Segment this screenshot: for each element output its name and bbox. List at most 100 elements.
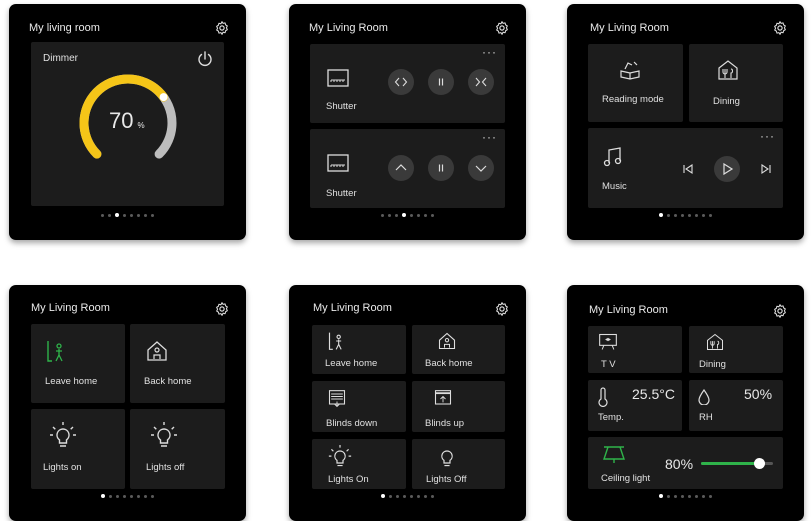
page-dot[interactable] bbox=[674, 214, 677, 217]
next-icon[interactable] bbox=[760, 163, 772, 175]
blinds-down-icon bbox=[328, 390, 346, 408]
dial-knob bbox=[159, 93, 168, 102]
tv-icon bbox=[599, 333, 617, 350]
lights-off-label: Lights Off bbox=[426, 474, 467, 485]
humidity-card: 50% RH bbox=[689, 380, 783, 431]
gear-icon[interactable] bbox=[772, 20, 788, 36]
leave-home-label: Leave home bbox=[325, 358, 378, 369]
page-dot[interactable] bbox=[123, 495, 126, 498]
power-icon[interactable] bbox=[197, 50, 213, 68]
page-dot-active[interactable] bbox=[115, 213, 119, 217]
page-dot[interactable] bbox=[688, 214, 691, 217]
scene-leave-home[interactable]: Leave home bbox=[312, 325, 406, 374]
scene-tv[interactable]: T V bbox=[588, 326, 682, 373]
page-dot[interactable] bbox=[695, 214, 698, 217]
scene-back-home[interactable]: Back home bbox=[412, 325, 505, 374]
page-dot[interactable] bbox=[417, 495, 420, 498]
up-button[interactable] bbox=[388, 155, 414, 181]
page-dot[interactable] bbox=[410, 214, 413, 217]
page-dot[interactable] bbox=[431, 214, 434, 217]
scene-lights-off[interactable]: Lights Off bbox=[412, 439, 505, 489]
more-icon[interactable]: ··· bbox=[760, 130, 775, 142]
pause-button[interactable] bbox=[428, 155, 454, 181]
gear-icon[interactable] bbox=[214, 301, 230, 317]
more-icon[interactable]: ··· bbox=[482, 46, 497, 58]
page-dot[interactable] bbox=[101, 214, 104, 217]
page-dot[interactable] bbox=[109, 495, 112, 498]
scene-lights-on[interactable]: Lights On bbox=[312, 439, 406, 489]
page-dot-active[interactable] bbox=[659, 213, 663, 217]
scene-blinds-down[interactable]: Blinds down bbox=[312, 381, 406, 432]
dining-label: Dining bbox=[699, 359, 726, 370]
page-dot-active[interactable] bbox=[659, 494, 663, 498]
ceiling-light-icon[interactable] bbox=[602, 445, 626, 465]
page-dot[interactable] bbox=[709, 495, 712, 498]
pause-button[interactable] bbox=[428, 69, 454, 95]
page-dot[interactable] bbox=[144, 214, 147, 217]
brightness-slider[interactable] bbox=[701, 458, 773, 469]
scene-leave-home[interactable]: Leave home bbox=[31, 324, 125, 403]
page-dot[interactable] bbox=[144, 495, 147, 498]
play-button[interactable] bbox=[714, 156, 740, 182]
gear-icon[interactable] bbox=[214, 20, 230, 36]
page-dot[interactable] bbox=[695, 495, 698, 498]
scene-dining[interactable]: Dining bbox=[689, 44, 783, 122]
page-dot[interactable] bbox=[123, 214, 126, 217]
page-dot[interactable] bbox=[381, 214, 384, 217]
page-dot-active[interactable] bbox=[402, 213, 406, 217]
page-dot[interactable] bbox=[403, 495, 406, 498]
page-dot[interactable] bbox=[116, 495, 119, 498]
leave-home-icon bbox=[328, 332, 342, 350]
page-dot[interactable] bbox=[702, 214, 705, 217]
page-dot[interactable] bbox=[410, 495, 413, 498]
page-dot-active[interactable] bbox=[101, 494, 105, 498]
open-button[interactable] bbox=[388, 69, 414, 95]
page-dot[interactable] bbox=[130, 214, 133, 217]
page-dot[interactable] bbox=[702, 495, 705, 498]
page-dot[interactable] bbox=[674, 495, 677, 498]
down-button[interactable] bbox=[468, 155, 494, 181]
page-dot[interactable] bbox=[424, 495, 427, 498]
brightness-slider-fill bbox=[701, 462, 759, 465]
brightness-slider-thumb[interactable] bbox=[753, 458, 765, 469]
scene-back-home[interactable]: Back home bbox=[130, 324, 225, 403]
page-dot[interactable] bbox=[431, 495, 434, 498]
page-dot[interactable] bbox=[137, 495, 140, 498]
page-dot[interactable] bbox=[396, 495, 399, 498]
page-dot[interactable] bbox=[389, 495, 392, 498]
close-button[interactable] bbox=[468, 69, 494, 95]
page-dot[interactable] bbox=[388, 214, 391, 217]
page-dot[interactable] bbox=[681, 214, 684, 217]
lightbulb-off-icon bbox=[151, 422, 177, 447]
more-icon[interactable]: ··· bbox=[482, 131, 497, 143]
page-dots bbox=[289, 494, 526, 500]
page-dot[interactable] bbox=[667, 214, 670, 217]
page-dot[interactable] bbox=[667, 495, 670, 498]
page-dot[interactable] bbox=[108, 214, 111, 217]
page-dot[interactable] bbox=[709, 214, 712, 217]
page-dot[interactable] bbox=[151, 495, 154, 498]
page-dot[interactable] bbox=[688, 495, 691, 498]
page-dot[interactable] bbox=[424, 214, 427, 217]
page-dot[interactable] bbox=[395, 214, 398, 217]
scene-lights-off[interactable]: Lights off bbox=[130, 409, 225, 489]
panel-shutters: My Living Room ··· Shutter ··· Shutter bbox=[289, 4, 526, 240]
previous-icon[interactable] bbox=[682, 163, 694, 175]
scene-reading-mode[interactable]: Reading mode bbox=[588, 44, 683, 122]
scene-lights-on[interactable]: Lights on bbox=[31, 409, 125, 489]
page-dot-active[interactable] bbox=[381, 494, 385, 498]
page-dots bbox=[9, 213, 246, 219]
page-dot[interactable] bbox=[130, 495, 133, 498]
ceiling-light-value: 80% bbox=[665, 456, 694, 472]
panel-scenes: My Living Room Leave home Back home Ligh… bbox=[9, 285, 246, 521]
scene-blinds-up[interactable]: Blinds up bbox=[412, 381, 505, 432]
scene-dining[interactable]: Dining bbox=[689, 326, 783, 373]
page-dot[interactable] bbox=[681, 495, 684, 498]
gear-icon[interactable] bbox=[494, 20, 510, 36]
page-dot[interactable] bbox=[151, 214, 154, 217]
gear-icon[interactable] bbox=[494, 301, 510, 317]
lightbulb-on-icon bbox=[328, 445, 352, 467]
page-dot[interactable] bbox=[417, 214, 420, 217]
page-dot[interactable] bbox=[137, 214, 140, 217]
gear-icon[interactable] bbox=[772, 303, 788, 319]
